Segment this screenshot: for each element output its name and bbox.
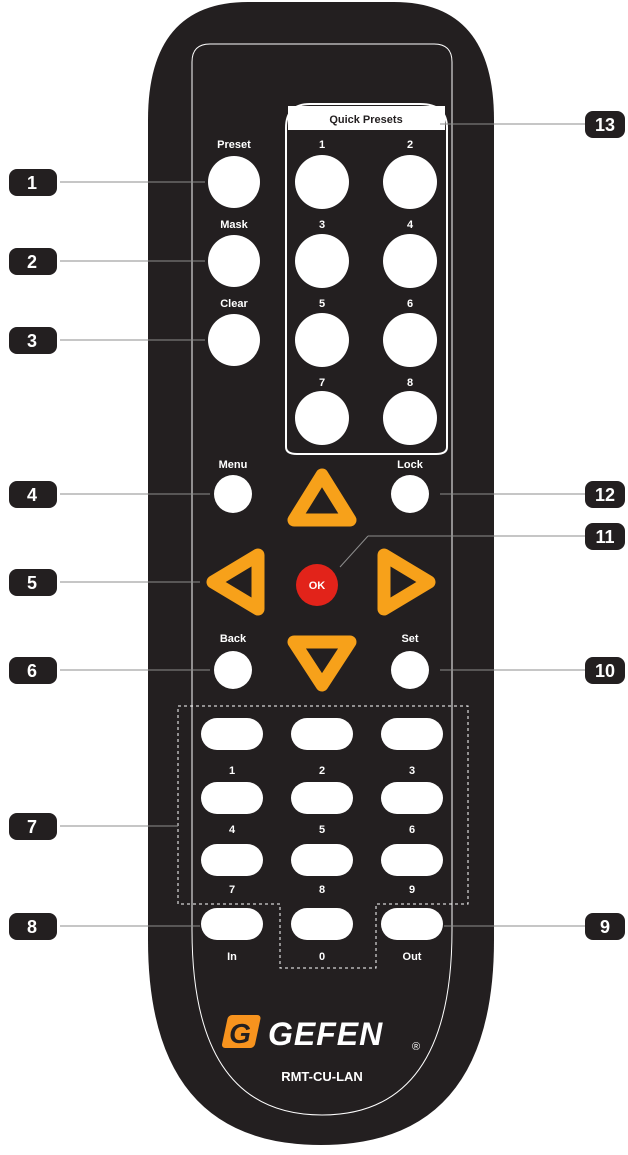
keypad-button-1[interactable] (201, 718, 263, 750)
keypad-label-5: 5 (319, 824, 325, 836)
quick-presets-title: Quick Presets (329, 114, 402, 126)
callout-9: 9 (600, 917, 610, 937)
preset-button[interactable] (208, 156, 260, 208)
back-label: Back (220, 633, 247, 645)
quick-preset-6-button[interactable] (383, 313, 437, 367)
mask-button[interactable] (208, 235, 260, 287)
callout-11: 11 (595, 527, 614, 547)
keypad-label-0: 0 (319, 951, 325, 963)
keypad-label-8: 8 (319, 884, 325, 896)
keypad-button-9[interactable] (381, 844, 443, 876)
preset-label: Preset (217, 139, 251, 151)
keypad-label-6: 6 (409, 824, 415, 836)
keypad-label-3: 3 (409, 765, 415, 777)
clear-label: Clear (220, 298, 248, 310)
keypad-button-5[interactable] (291, 782, 353, 814)
keypad-button-4[interactable] (201, 782, 263, 814)
keypad-button-2[interactable] (291, 718, 353, 750)
set-label: Set (401, 633, 418, 645)
keypad-button-0[interactable] (291, 908, 353, 940)
callout-12: 12 (595, 485, 615, 505)
remote-diagram: Quick Presets Preset Mask Clear 1 2 3 4 … (9, 2, 625, 1145)
lock-label: Lock (397, 459, 424, 471)
keypad-label-1: 1 (229, 765, 235, 777)
callout-4: 4 (27, 485, 37, 505)
keypad-button-7[interactable] (201, 844, 263, 876)
callout-10: 10 (595, 661, 615, 681)
callout-6: 6 (27, 661, 37, 681)
lock-button[interactable] (391, 475, 429, 513)
right-callouts: 13 12 11 10 9 (585, 111, 625, 940)
registered-mark: ® (412, 1041, 420, 1053)
quick-preset-8-label: 8 (407, 377, 413, 389)
back-button[interactable] (214, 651, 252, 689)
keypad-button-3[interactable] (381, 718, 443, 750)
mask-label: Mask (220, 219, 248, 231)
callout-7: 7 (27, 817, 37, 837)
left-callouts: 1 2 3 4 5 6 7 8 (9, 169, 57, 940)
callout-3: 3 (27, 331, 37, 351)
callout-2: 2 (27, 252, 37, 272)
keypad-button-8[interactable] (291, 844, 353, 876)
quick-preset-7-button[interactable] (295, 391, 349, 445)
quick-preset-3-label: 3 (319, 219, 325, 231)
keypad-label-7: 7 (229, 884, 235, 896)
quick-preset-4-button[interactable] (383, 234, 437, 288)
keypad-label-4: 4 (229, 824, 236, 836)
quick-preset-1-button[interactable] (295, 155, 349, 209)
quick-preset-2-label: 2 (407, 139, 413, 151)
callout-5: 5 (27, 573, 37, 593)
quick-preset-1-label: 1 (319, 139, 325, 151)
out-button[interactable] (381, 908, 443, 940)
quick-preset-4-label: 4 (407, 219, 414, 231)
keypad-label-9: 9 (409, 884, 415, 896)
keypad-label-2: 2 (319, 765, 325, 777)
quick-preset-2-button[interactable] (383, 155, 437, 209)
menu-label: Menu (219, 459, 248, 471)
model-number: RMT-CU-LAN (281, 1069, 363, 1084)
quick-preset-7-label: 7 (319, 377, 325, 389)
in-button[interactable] (201, 908, 263, 940)
gefen-logo-mark-letter: G (229, 1018, 251, 1049)
quick-preset-8-button[interactable] (383, 391, 437, 445)
ok-label: OK (309, 580, 326, 592)
in-label: In (227, 951, 237, 963)
quick-preset-5-button[interactable] (295, 313, 349, 367)
callout-13: 13 (595, 115, 615, 135)
callout-8: 8 (27, 917, 37, 937)
clear-button[interactable] (208, 314, 260, 366)
quick-preset-6-label: 6 (407, 298, 413, 310)
quick-preset-5-label: 5 (319, 298, 325, 310)
quick-preset-3-button[interactable] (295, 234, 349, 288)
menu-button[interactable] (214, 475, 252, 513)
keypad-button-6[interactable] (381, 782, 443, 814)
callout-1: 1 (27, 173, 37, 193)
out-label: Out (403, 951, 422, 963)
set-button[interactable] (391, 651, 429, 689)
brand-name: GEFEN (268, 1016, 383, 1052)
